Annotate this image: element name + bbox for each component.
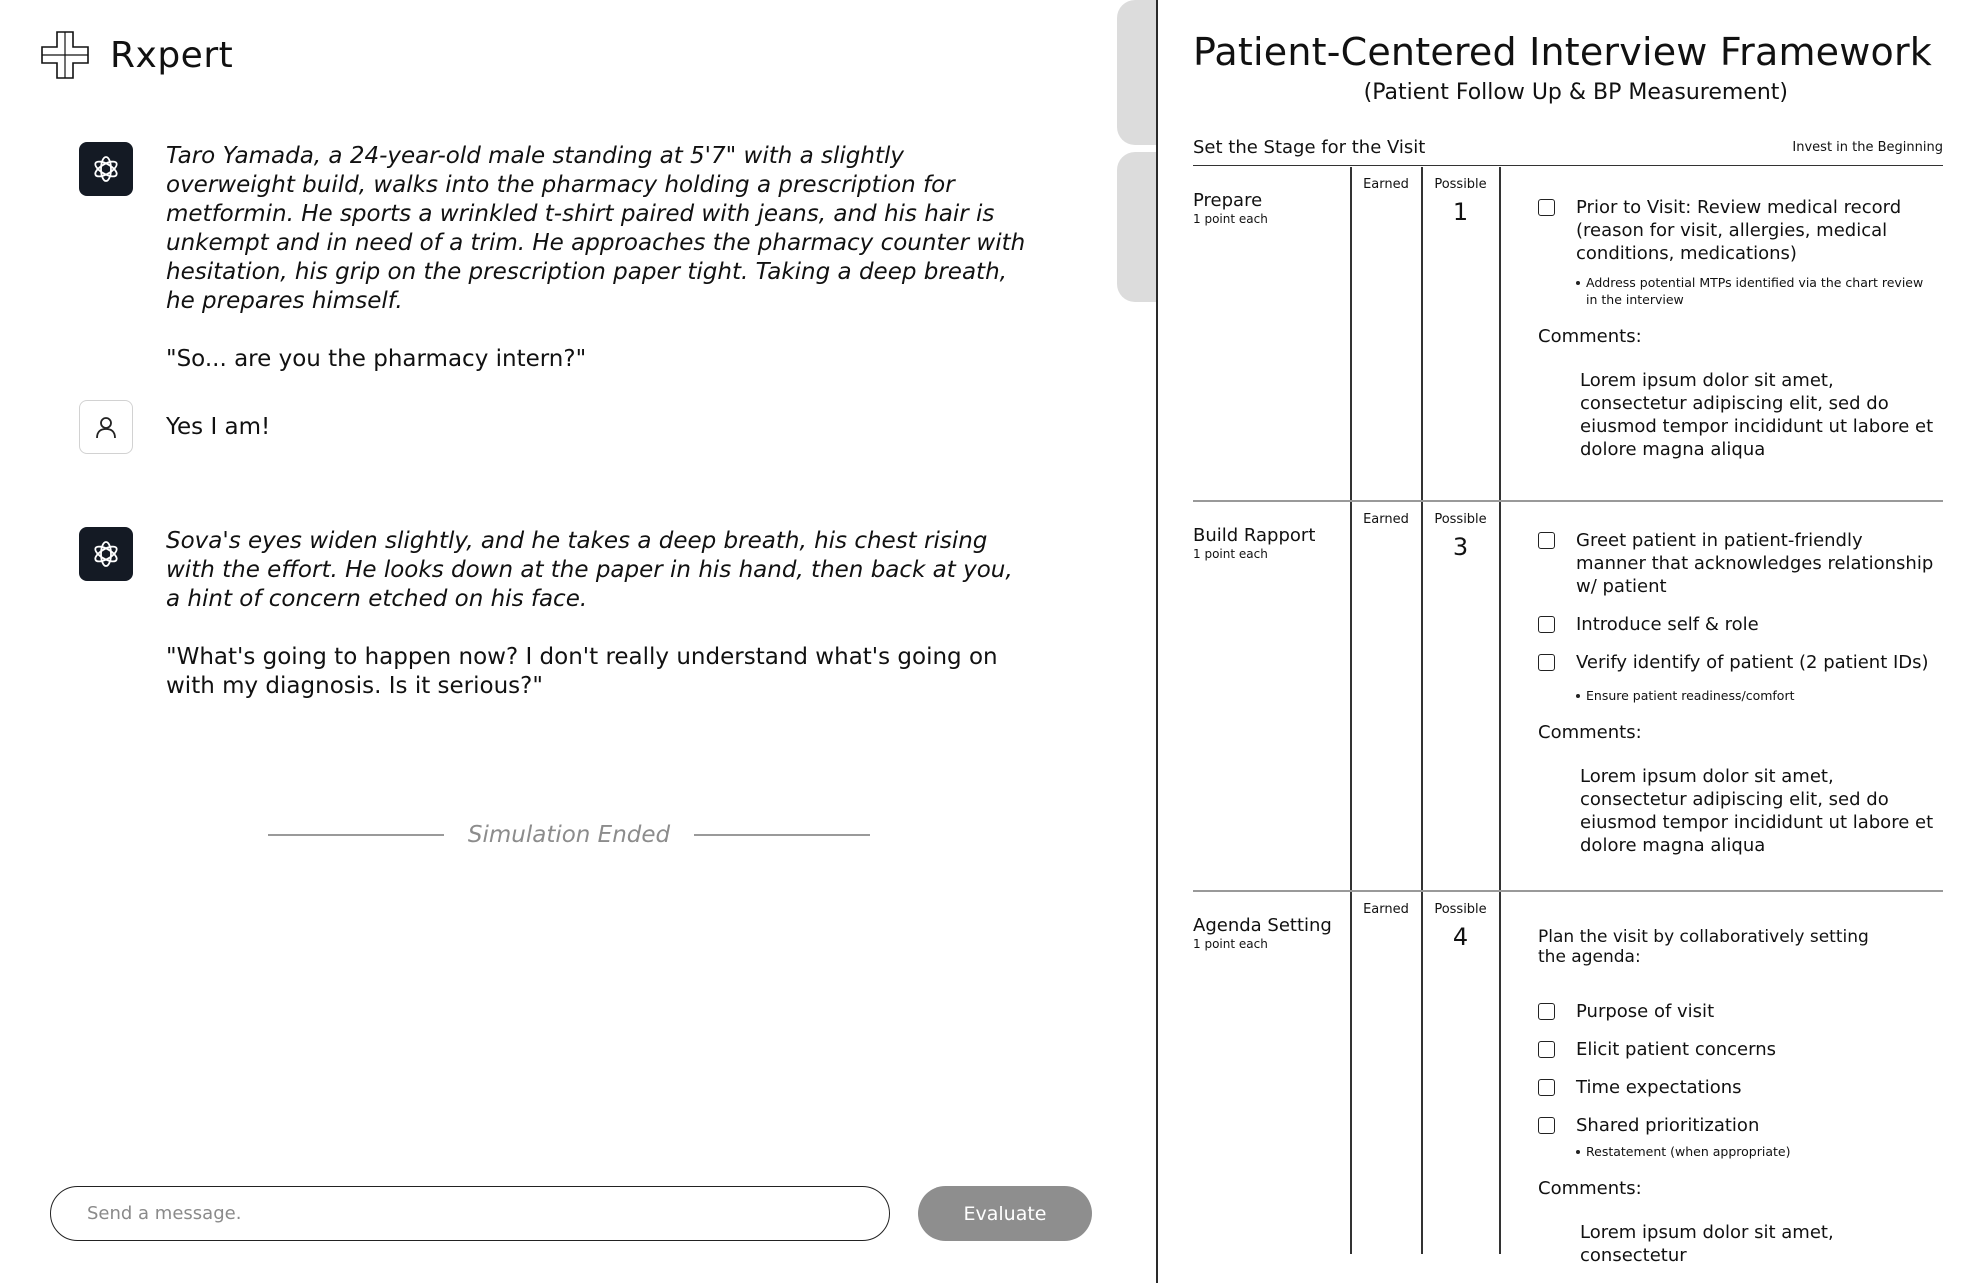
divider-line [268, 834, 444, 836]
item-label: Purpose of visit [1576, 1001, 1715, 1022]
table-row-divider [1193, 890, 1943, 892]
checklist-item[interactable]: Shared prioritization [1538, 1114, 1938, 1137]
comments-label: Comments: [1538, 326, 1642, 347]
assistant-avatar [79, 142, 133, 196]
message-quote: "What's going to happen now? I don't rea… [166, 644, 998, 699]
section-name: Build Rapport [1193, 525, 1316, 546]
sub-bullet: Ensure patient readiness/comfort [1538, 687, 1938, 704]
openai-logo-icon [94, 541, 118, 567]
section-items-agenda-setting: Plan the visit by collaboratively settin… [1538, 927, 1938, 1267]
stage-header: Set the Stage for the Visit Invest in th… [1193, 136, 1943, 166]
comments-label: Comments: [1538, 722, 1642, 743]
item-checkbox[interactable] [1538, 1003, 1555, 1020]
brand: Rxpert [40, 30, 233, 80]
assistant-avatar [79, 527, 133, 581]
possible-header: Possible [1434, 177, 1487, 192]
possible-points: 3 [1452, 533, 1469, 561]
item-label: Greet patient in patient-friendly manner… [1576, 530, 1934, 597]
app-name: Rxpert [110, 34, 234, 76]
comments-text[interactable]: Lorem ipsum dolor sit amet, consectetur [1538, 1221, 1938, 1267]
item-checkbox[interactable] [1538, 616, 1555, 633]
rubric-subtitle: (Patient Follow Up & BP Measurement) [1363, 80, 1788, 105]
section-points-note: 1 point each [1193, 547, 1268, 561]
section-label-build-rapport: Build Rapport 1 point each [1193, 525, 1315, 561]
item-checkbox[interactable] [1538, 1117, 1555, 1134]
message-text: Yes I am! [166, 414, 271, 440]
table-column-divider [1350, 167, 1352, 1254]
user-avatar [79, 400, 133, 454]
item-checkbox[interactable] [1538, 654, 1555, 671]
possible-points: 4 [1452, 923, 1469, 951]
section-points-note: 1 point each [1193, 937, 1268, 951]
section-items-build-rapport: Greet patient in patient-friendly manner… [1538, 529, 1938, 857]
possible-header: Possible [1434, 512, 1487, 527]
section-name: Prepare [1193, 190, 1263, 211]
panel-tab-handle[interactable] [1117, 0, 1157, 145]
message-quote: "So... are you the pharmacy intern?" [166, 346, 587, 372]
openai-logo-icon [94, 156, 118, 182]
item-label: Introduce self & role [1576, 614, 1759, 635]
chat-panel: Rxpert Taro Yamada, a 24-year-old male s… [0, 0, 1157, 1283]
section-name: Agenda Setting [1193, 915, 1332, 936]
section-points-note: 1 point each [1193, 212, 1268, 226]
item-label: Elicit patient concerns [1576, 1039, 1776, 1060]
sub-bullet: Restatement (when appropriate) [1538, 1143, 1938, 1160]
stage-note: Invest in the Beginning [1792, 140, 1943, 155]
stage-title: Set the Stage for the Visit [1193, 137, 1426, 158]
section-intro: Plan the visit by collaboratively settin… [1538, 927, 1869, 967]
medical-cross-logo [41, 31, 89, 79]
item-label: Prior to Visit: Review medical record (r… [1576, 197, 1902, 264]
rubric-panel: Patient-Centered Interview Framework (Pa… [1158, 0, 1984, 1283]
possible-points: 1 [1452, 198, 1469, 226]
table-column-divider [1499, 167, 1501, 1254]
checklist-item[interactable]: Time expectations [1538, 1076, 1938, 1099]
rubric-title: Patient-Centered Interview Framework [1193, 30, 1932, 74]
comments-label: Comments: [1538, 1178, 1642, 1199]
item-checkbox[interactable] [1538, 1041, 1555, 1058]
divider-line [694, 834, 871, 836]
possible-header: Possible [1434, 902, 1487, 917]
checklist-item[interactable]: Introduce self & role [1538, 613, 1938, 636]
comments-text[interactable]: Lorem ipsum dolor sit amet, consectetur … [1538, 765, 1938, 857]
panel-tab-handle[interactable] [1117, 152, 1157, 302]
simulation-ended-divider: Simulation Ended [268, 822, 871, 848]
item-checkbox[interactable] [1538, 532, 1555, 549]
chat-message-user: Yes I am! [79, 400, 1026, 454]
checklist-item[interactable]: Greet patient in patient-friendly manner… [1538, 529, 1938, 598]
evaluate-button[interactable]: Evaluate [918, 1186, 1092, 1241]
earned-header: Earned [1363, 177, 1409, 192]
checklist-item[interactable]: Verify identify of patient (2 patient ID… [1538, 651, 1938, 674]
sub-bullet: Address potential MTPs identified via th… [1538, 274, 1938, 308]
section-items-prepare: Prior to Visit: Review medical record (r… [1538, 196, 1938, 461]
checklist-item[interactable]: Elicit patient concerns [1538, 1038, 1938, 1061]
chat-message-assistant: Taro Yamada, a 24-year-old male standing… [79, 142, 1026, 374]
earned-header: Earned [1363, 902, 1409, 917]
message-narration: Sova's eyes widen slightly, and he takes… [166, 528, 1013, 612]
earned-header: Earned [1363, 512, 1409, 527]
message-input[interactable] [50, 1186, 890, 1241]
section-label-agenda-setting: Agenda Setting 1 point each [1193, 915, 1332, 951]
comments-text[interactable]: Lorem ipsum dolor sit amet, consectetur … [1538, 369, 1938, 461]
table-row-divider [1193, 500, 1943, 502]
item-checkbox[interactable] [1538, 199, 1555, 216]
chat-message-assistant: Sova's eyes widen slightly, and he takes… [79, 527, 1026, 701]
simulation-status: Simulation Ended [467, 822, 671, 848]
item-label: Time expectations [1576, 1077, 1742, 1098]
checklist-item[interactable]: Prior to Visit: Review medical record (r… [1538, 196, 1938, 265]
section-label-prepare: Prepare 1 point each [1193, 190, 1268, 226]
item-checkbox[interactable] [1538, 1079, 1555, 1096]
item-label: Shared prioritization [1576, 1115, 1760, 1136]
item-label: Verify identify of patient (2 patient ID… [1576, 652, 1929, 673]
user-icon [96, 417, 116, 439]
message-narration: Taro Yamada, a 24-year-old male standing… [166, 143, 1026, 314]
checklist-item[interactable]: Purpose of visit [1538, 1000, 1938, 1023]
table-column-divider [1421, 167, 1423, 1254]
